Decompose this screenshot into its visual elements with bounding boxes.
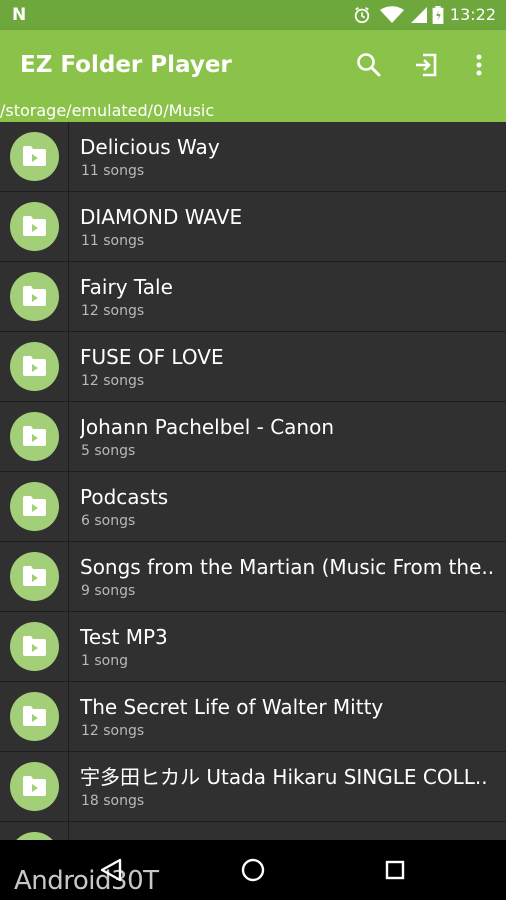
folder-thumbnail xyxy=(0,752,69,821)
folder-thumbnail xyxy=(0,402,69,471)
n-logo-icon: N xyxy=(12,5,27,25)
folder-play-icon xyxy=(23,636,46,656)
song-count: 1 song xyxy=(81,653,128,669)
song-count: 12 songs xyxy=(81,723,145,739)
folder-list-item[interactable]: Songs from the Martian (Music From the..… xyxy=(0,542,506,612)
song-count: 18 songs xyxy=(81,793,145,809)
folder-icon-circle xyxy=(10,412,59,461)
song-count: 11 songs xyxy=(81,233,145,249)
folder-play-icon xyxy=(23,356,46,376)
folder-list-item[interactable]: Delicious Way 11 songs xyxy=(0,122,506,192)
song-count: 12 songs xyxy=(81,373,145,389)
folder-list-item-partial[interactable] xyxy=(0,822,506,840)
folder-icon-circle xyxy=(10,272,59,321)
status-bar: N 13:22 xyxy=(0,0,506,30)
home-icon[interactable] xyxy=(238,855,268,885)
folder-play-icon xyxy=(23,706,46,726)
folder-name: Songs from the Martian (Music From the.. xyxy=(80,555,494,579)
more-vert-icon[interactable] xyxy=(464,50,494,80)
folder-icon-circle xyxy=(10,342,59,391)
watermark: Android30T xyxy=(14,866,159,896)
folder-name: Podcasts xyxy=(80,485,169,509)
folder-icon-circle xyxy=(10,762,59,811)
folder-icon-circle xyxy=(10,482,59,531)
folder-play-icon xyxy=(23,286,46,306)
folder-list-item[interactable]: 宇多田ヒカル Utada Hikaru SINGLE COLL.. 18 song… xyxy=(0,752,506,822)
folder-icon-circle xyxy=(10,692,59,741)
song-count: 9 songs xyxy=(81,583,136,599)
alarm-icon xyxy=(354,7,370,24)
folder-name: The Secret Life of Walter Mitty xyxy=(80,695,384,719)
folder-play-icon xyxy=(23,426,46,446)
folder-icon-circle xyxy=(10,832,59,840)
battery-icon xyxy=(432,6,444,24)
folder-list-item[interactable]: The Secret Life of Walter Mitty 12 songs xyxy=(0,682,506,752)
folder-name: DIAMOND WAVE xyxy=(80,205,243,229)
folder-thumbnail xyxy=(0,262,69,331)
recents-icon[interactable] xyxy=(380,855,410,885)
search-icon[interactable] xyxy=(354,50,384,80)
folder-icon-circle xyxy=(10,552,59,601)
folder-icon-circle xyxy=(10,622,59,671)
folder-thumbnail xyxy=(0,682,69,751)
folder-play-icon xyxy=(23,146,46,166)
path-breadcrumb: /storage/emulated/0/Music xyxy=(0,100,506,122)
folder-thumbnail xyxy=(0,122,69,191)
song-count: 12 songs xyxy=(81,303,145,319)
folder-thumbnail xyxy=(0,612,69,681)
folder-list-item[interactable]: Fairy Tale 12 songs xyxy=(0,262,506,332)
folder-thumbnail xyxy=(0,822,69,840)
folder-play-icon xyxy=(23,566,46,586)
signal-icon xyxy=(411,7,427,23)
folder-thumbnail xyxy=(0,192,69,261)
folder-name: 宇多田ヒカル Utada Hikaru SINGLE COLL.. xyxy=(80,765,488,789)
song-count: 5 songs xyxy=(81,443,136,459)
folder-thumbnail xyxy=(0,332,69,401)
folder-play-icon xyxy=(23,776,46,796)
login-icon[interactable] xyxy=(411,50,441,80)
app-title: EZ Folder Player xyxy=(20,52,232,78)
app-bar: EZ Folder Player xyxy=(0,30,506,100)
folder-list-item[interactable]: DIAMOND WAVE 11 songs xyxy=(0,192,506,262)
folder-name: Johann Pachelbel - Canon xyxy=(80,415,335,439)
folder-list-item[interactable]: Test MP3 1 song xyxy=(0,612,506,682)
clock: 13:22 xyxy=(449,5,496,24)
folder-name: FUSE OF LOVE xyxy=(80,345,224,369)
folder-thumbnail xyxy=(0,542,69,611)
folder-list-item[interactable]: FUSE OF LOVE 12 songs xyxy=(0,332,506,402)
folder-play-icon xyxy=(23,496,46,516)
folder-list-item[interactable]: Johann Pachelbel - Canon 5 songs xyxy=(0,402,506,472)
folder-icon-circle xyxy=(10,202,59,251)
folder-name: Test MP3 xyxy=(80,625,168,649)
song-count: 6 songs xyxy=(81,513,136,529)
song-count: 11 songs xyxy=(81,163,145,179)
folder-list-item[interactable]: Podcasts 6 songs xyxy=(0,472,506,542)
wifi-icon xyxy=(380,6,404,23)
folder-list: Delicious Way 11 songs DIAMOND WAVE 11 song… xyxy=(0,122,506,840)
folder-name: Fairy Tale xyxy=(80,275,173,299)
folder-thumbnail xyxy=(0,472,69,541)
folder-play-icon xyxy=(23,216,46,236)
folder-name: Delicious Way xyxy=(80,135,220,159)
folder-icon-circle xyxy=(10,132,59,181)
